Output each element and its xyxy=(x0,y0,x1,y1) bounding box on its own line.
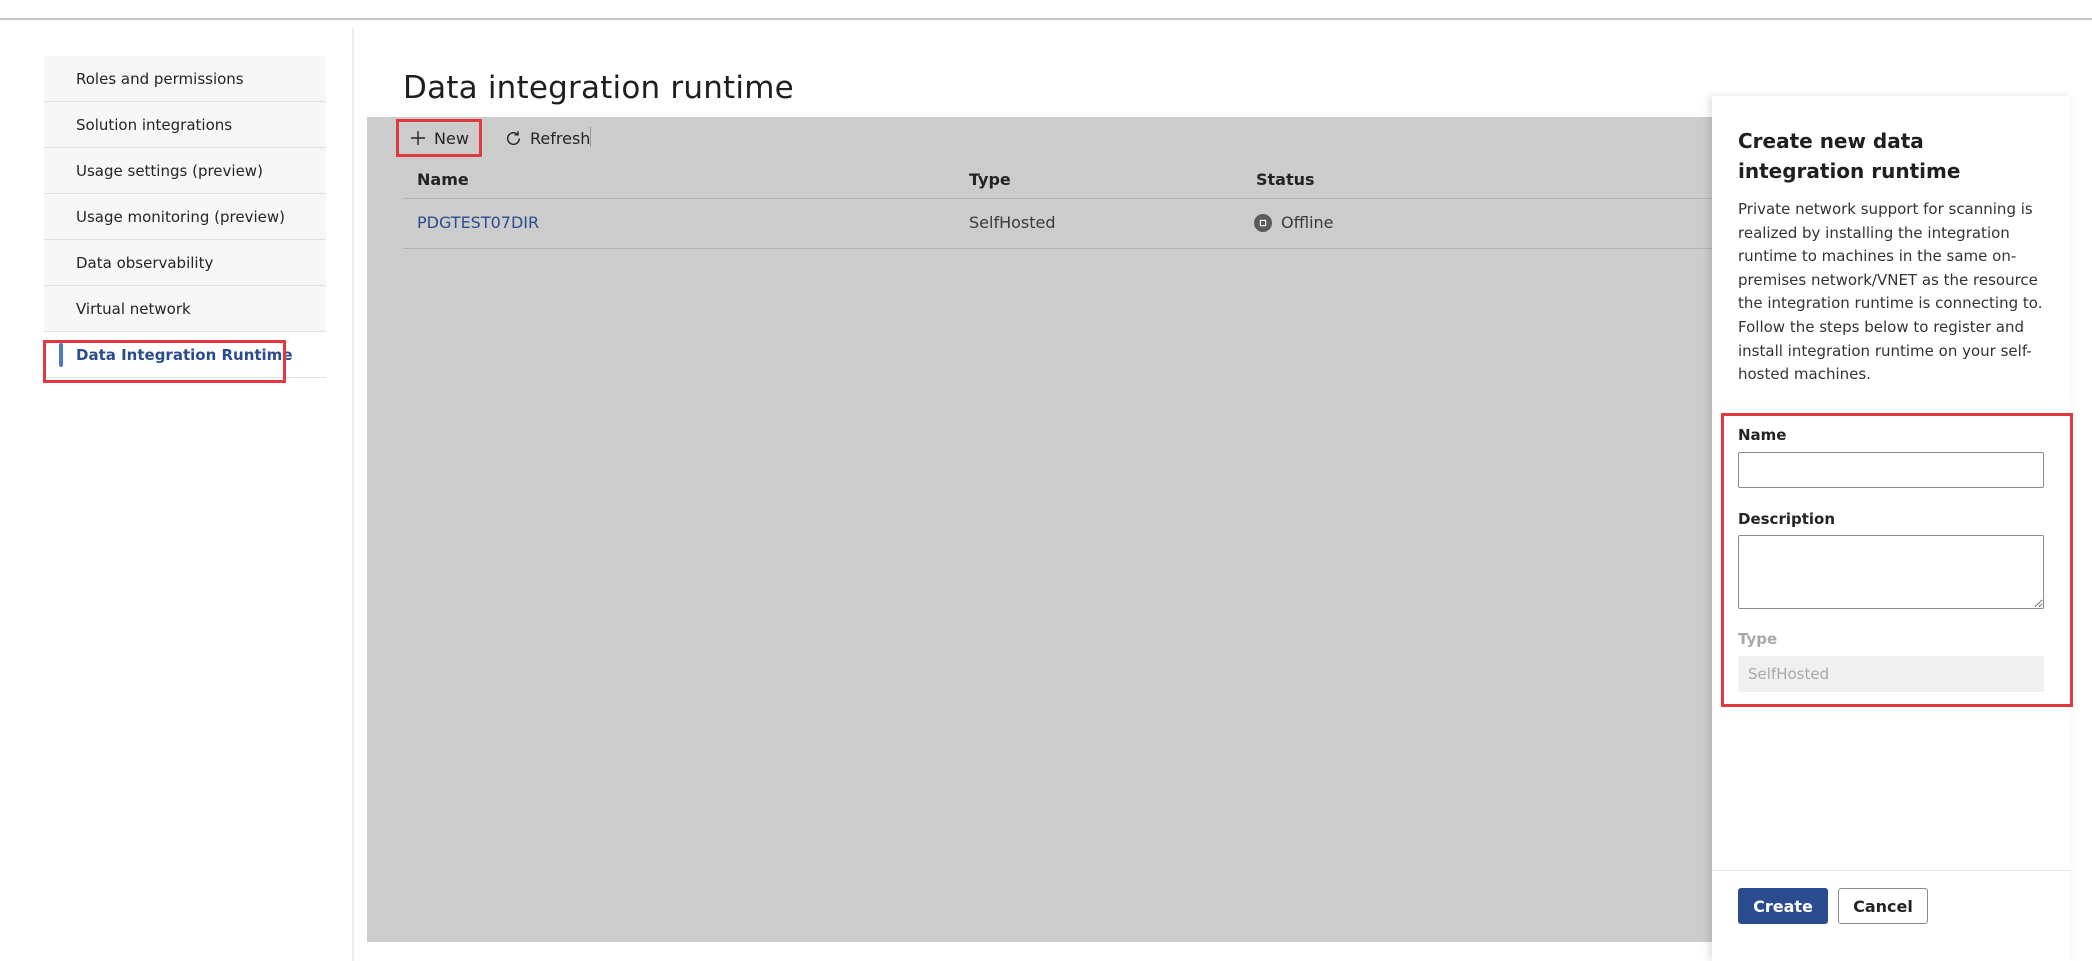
runtime-type-cell: SelfHosted xyxy=(969,213,1056,232)
settings-sidebar: Roles and permissions Solution integrati… xyxy=(44,56,326,378)
sidebar-highlight-box xyxy=(43,340,286,383)
modal-overlay xyxy=(367,117,1712,942)
runtime-name-link[interactable]: PDGTEST07DIR xyxy=(417,213,539,232)
sidebar-item-label: Virtual network xyxy=(76,299,191,318)
table-header-divider xyxy=(403,198,1712,199)
sidebar-item-label: Usage settings (preview) xyxy=(76,161,263,180)
status-text: Offline xyxy=(1281,213,1334,232)
top-divider xyxy=(0,18,2092,20)
sidebar-item-usage-settings[interactable]: Usage settings (preview) xyxy=(44,148,326,194)
sidebar-item-label: Data observability xyxy=(76,253,214,272)
table-row-divider xyxy=(403,248,1712,249)
sidebar-item-roles-and-permissions[interactable]: Roles and permissions xyxy=(44,56,326,102)
create-button[interactable]: Create xyxy=(1738,888,1828,924)
runtime-status-cell: Offline xyxy=(1254,213,1334,232)
sidebar-item-virtual-network[interactable]: Virtual network xyxy=(44,286,326,332)
sidebar-item-label: Usage monitoring (preview) xyxy=(76,207,285,226)
sidebar-item-usage-monitoring[interactable]: Usage monitoring (preview) xyxy=(44,194,326,240)
sidebar-divider xyxy=(352,28,354,961)
sidebar-item-label: Roles and permissions xyxy=(76,69,244,88)
panel-title: Create new data integration runtime xyxy=(1738,129,1961,183)
refresh-button[interactable]: Refresh xyxy=(505,125,590,151)
sidebar-item-solution-integrations[interactable]: Solution integrations xyxy=(44,102,326,148)
page-title: Data integration runtime xyxy=(403,70,794,106)
panel-description: Private network support for scanning is … xyxy=(1738,200,2043,384)
stop-circle-icon xyxy=(1254,213,1272,232)
cancel-button[interactable]: Cancel xyxy=(1838,888,1928,924)
refresh-icon xyxy=(505,130,522,147)
sidebar-item-data-observability[interactable]: Data observability xyxy=(44,240,326,286)
toolbar-separator xyxy=(590,127,591,147)
column-header-type[interactable]: Type xyxy=(969,170,1011,189)
new-button-highlight-box xyxy=(396,119,482,157)
panel-footer-divider xyxy=(1712,870,2071,871)
column-header-name[interactable]: Name xyxy=(417,170,469,189)
sidebar-item-label: Solution integrations xyxy=(76,115,233,134)
refresh-button-label: Refresh xyxy=(530,128,591,148)
column-header-status[interactable]: Status xyxy=(1256,170,1315,189)
form-highlight-box xyxy=(1721,413,2073,707)
